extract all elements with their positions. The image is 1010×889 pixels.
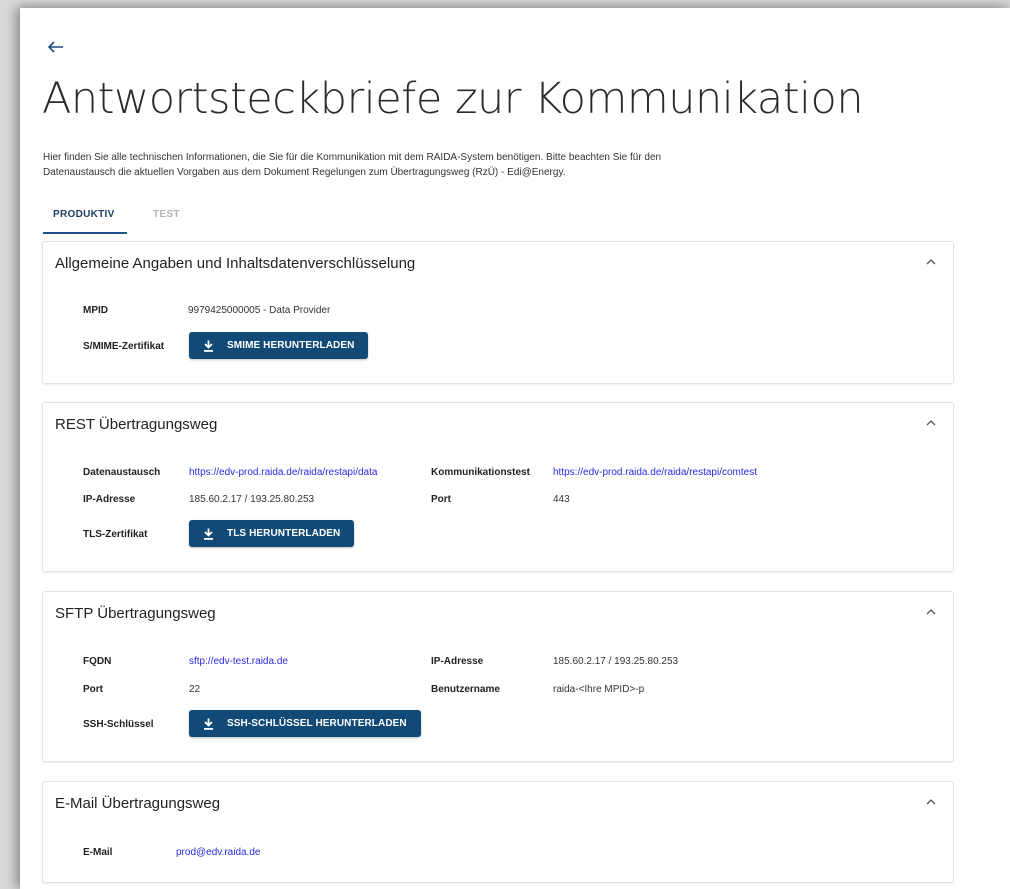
kommunikationstest-label: Kommunikationstest: [431, 467, 530, 478]
fqdn-link[interactable]: sftp://edv-test.raida.de: [189, 656, 288, 667]
rest-ip-label: IP-Adresse: [83, 494, 136, 505]
mpid-label: MPID: [83, 305, 108, 316]
tab-produktiv[interactable]: PRODUKTIV: [43, 208, 127, 234]
benutzername-value: raida-<Ihre MPID>-p: [553, 684, 645, 695]
chevron-up-icon[interactable]: [926, 419, 936, 426]
sftp-ip-value: 185.60.2.17 / 193.25.80.253: [553, 656, 679, 667]
datenaustausch-link[interactable]: https://edv-prod.raida.de/raida/restapi/…: [189, 467, 377, 478]
rest-port-label: Port: [431, 494, 451, 505]
email-link[interactable]: prod@edv.raida.de: [176, 847, 260, 858]
download-icon: [204, 718, 213, 730]
tab-test[interactable]: TEST: [153, 208, 180, 234]
smime-label: S/MIME-Zertifikat: [83, 341, 165, 352]
ssh-button-label: SSH-SCHLÜSSEL HERUNTERLADEN: [227, 718, 407, 729]
panel-email: E-Mail Übertragungsweg E-Mail prod@edv.r…: [42, 781, 954, 883]
panel-general-title: Allgemeine Angaben und Inhaltsdatenversc…: [55, 255, 416, 272]
ssh-label: SSH-Schlüssel: [83, 719, 154, 730]
intro-line-2: Datenaustausch die aktuellen Vorgaben au…: [43, 167, 566, 178]
datenaustausch-label: Datenaustausch: [83, 467, 161, 478]
rest-port-value: 443: [553, 494, 570, 505]
download-icon: [204, 340, 213, 352]
panel-rest: REST Übertragungsweg Datenaustausch http…: [42, 402, 954, 572]
sftp-port-label: Port: [83, 684, 103, 695]
kommunikationstest-link[interactable]: https://edv-prod.raida.de/raida/restapi/…: [553, 467, 757, 478]
chevron-up-icon[interactable]: [926, 798, 936, 805]
smime-button-label: SMIME HERUNTERLADEN: [227, 340, 355, 351]
tls-label: TLS-Zertifikat: [83, 529, 148, 540]
rest-ip-value: 185.60.2.17 / 193.25.80.253: [189, 494, 315, 505]
intro-text: Hier finden Sie alle technischen Informa…: [43, 150, 743, 180]
chevron-up-icon[interactable]: [926, 608, 936, 615]
tls-button-label: TLS HERUNTERLADEN: [227, 528, 341, 539]
sftp-ip-label: IP-Adresse: [431, 656, 484, 667]
sftp-port-value: 22: [189, 684, 201, 695]
tls-download-button[interactable]: TLS HERUNTERLADEN: [189, 520, 355, 547]
panel-sftp-title: SFTP Übertragungsweg: [55, 605, 216, 622]
tab-bar: PRODUKTIV TEST: [43, 208, 243, 238]
panel-email-title: E-Mail Übertragungsweg: [55, 795, 221, 812]
intro-line-1: Hier finden Sie alle technischen Informa…: [43, 152, 662, 163]
panel-general: Allgemeine Angaben und Inhaltsdatenversc…: [42, 241, 954, 384]
page-title: Antwortsteckbriefe zur Kommunikation: [42, 74, 864, 124]
panel-rest-title: REST Übertragungsweg: [55, 416, 218, 433]
main-window: Antwortsteckbriefe zur Kommunikation Hie…: [20, 8, 1010, 889]
mpid-value: 9979425000005 - Data Provider: [188, 305, 331, 316]
smime-download-button[interactable]: SMIME HERUNTERLADEN: [189, 332, 369, 359]
email-label: E-Mail: [83, 847, 113, 858]
chevron-up-icon[interactable]: [926, 258, 936, 265]
panel-sftp: SFTP Übertragungsweg FQDN sftp://edv-tes…: [42, 591, 954, 762]
fqdn-label: FQDN: [83, 656, 112, 667]
arrow-left-icon[interactable]: [46, 39, 64, 55]
benutzername-label: Benutzername: [431, 684, 500, 695]
ssh-download-button[interactable]: SSH-SCHLÜSSEL HERUNTERLADEN: [189, 710, 421, 737]
download-icon: [204, 528, 213, 540]
